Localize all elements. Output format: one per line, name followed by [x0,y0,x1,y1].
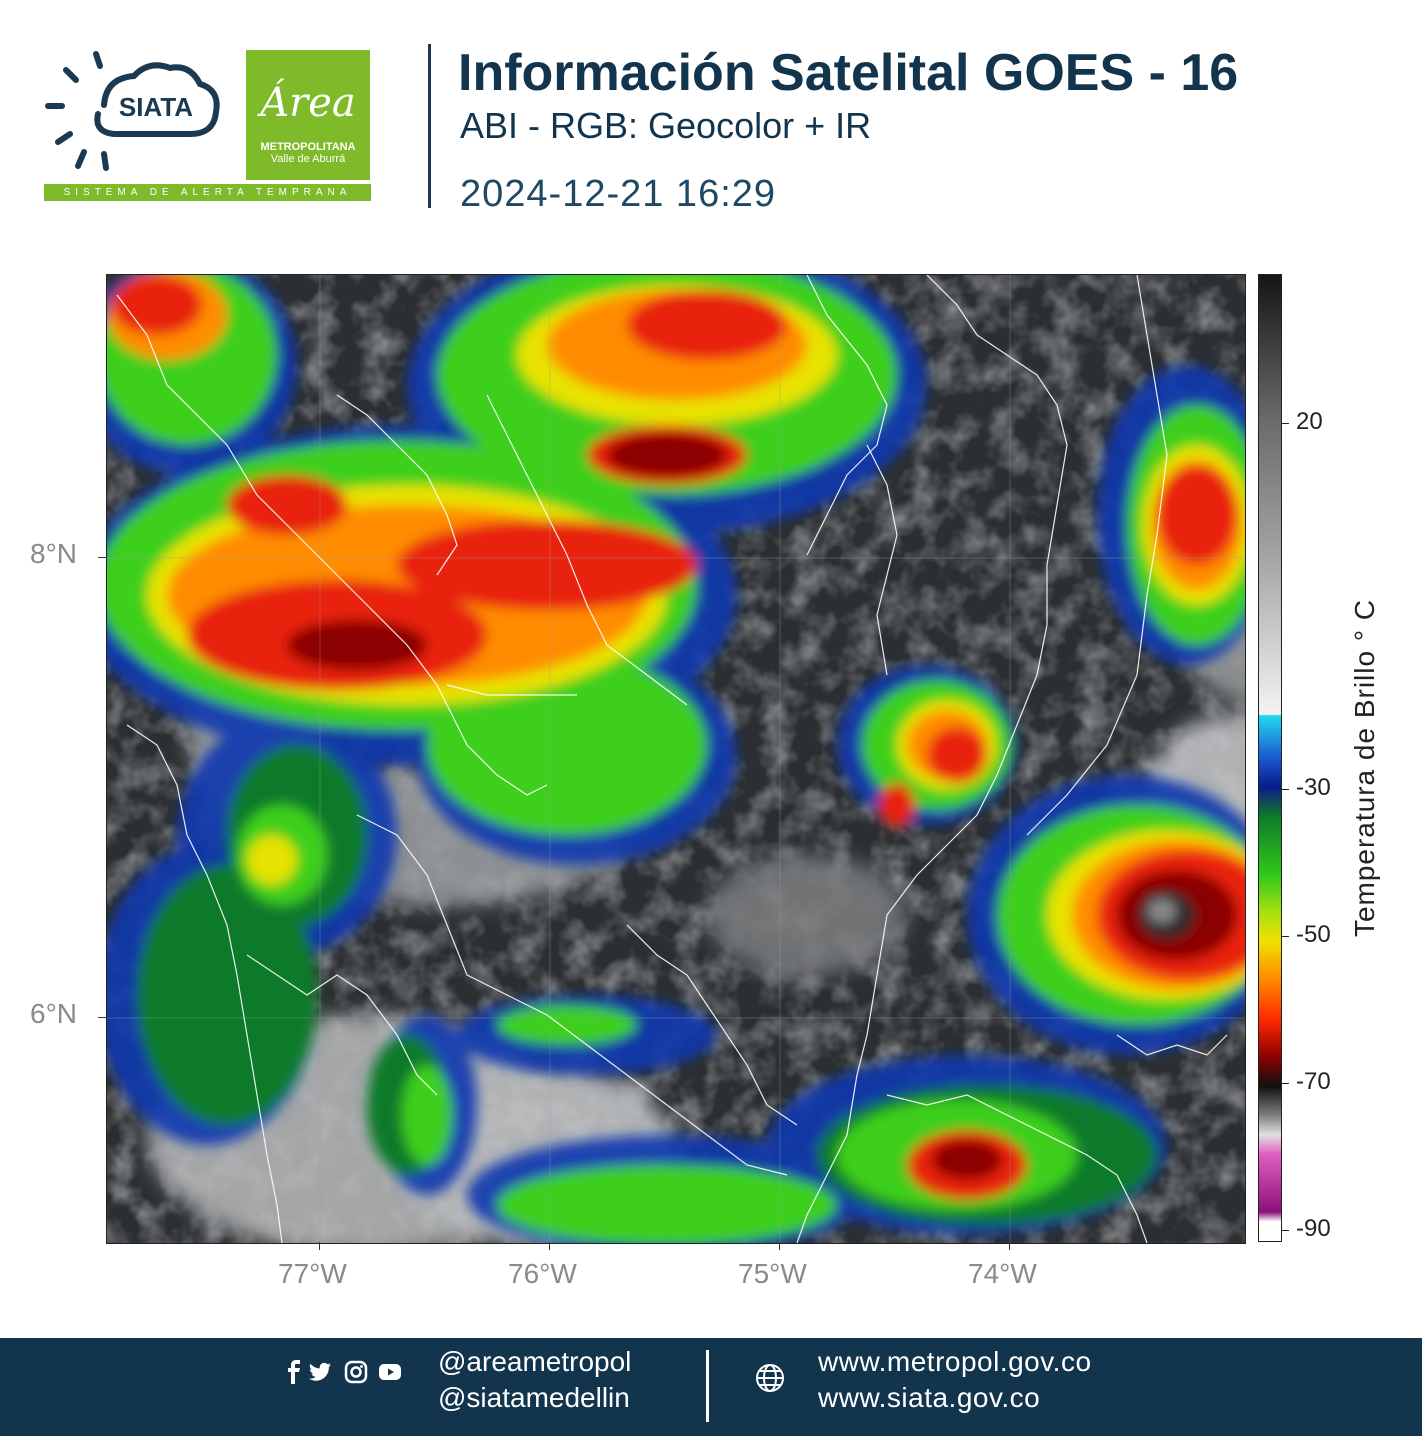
colorbar-tick-neg90 [1281,1230,1289,1231]
lon-tick-77w [319,1242,320,1250]
siata-logo: SIATA [45,51,220,171]
area-metropolitana-logo: Área METROPOLITANA Valle de Aburrá [246,50,370,180]
lon-tick-76w [549,1242,550,1250]
lon-label-76w: 76°W [508,1258,577,1289]
footer-divider [706,1350,709,1422]
footer-bar [0,1338,1422,1436]
area-logo-line1: METROPOLITANA [260,141,356,153]
twitter-icon[interactable] [308,1360,332,1384]
colorbar-label-neg50: -50 [1296,921,1331,948]
lon-label-75w: 75°W [738,1258,807,1289]
instagram-icon[interactable] [344,1360,368,1384]
colorbar-tick-neg30 [1281,789,1289,790]
colorbar-tick-neg50 [1281,936,1289,937]
page-title: Información Satelital GOES - 16 [458,44,1239,102]
lon-tick-75w [779,1242,780,1250]
satellite-imagery [107,275,1245,1243]
colorbar-title: Temperatura de Brillo ° C [1349,598,1380,938]
alert-system-strip: SISTEMA DE ALERTA TEMPRANA [44,184,371,201]
area-logo-line2: Valle de Aburrá [270,153,346,165]
colorbar-tick-neg70 [1281,1083,1289,1084]
satellite-map[interactable] [106,274,1246,1244]
temperature-colorbar [1258,274,1282,1242]
colorbar-label-neg30: -30 [1296,774,1331,801]
handle-areametropol[interactable]: @areametropol [438,1346,631,1378]
lat-tick-8n [98,557,106,558]
area-logo-word: Área [260,80,356,126]
colorbar-label-neg70: -70 [1296,1068,1331,1095]
lat-label-6n: 6°N [30,998,77,1029]
lat-tick-6n [98,1017,106,1018]
colorbar-label-neg90: -90 [1296,1215,1331,1242]
handle-siatamedellin[interactable]: @siatamedellin [438,1382,630,1414]
website-siata[interactable]: www.siata.gov.co [818,1382,1040,1414]
lon-tick-74w [1009,1242,1010,1250]
globe-icon [756,1364,784,1392]
colorbar-tick-20 [1281,423,1289,424]
lon-label-74w: 74°W [968,1258,1037,1289]
lon-label-77w: 77°W [278,1258,347,1289]
youtube-icon[interactable] [378,1360,402,1384]
header-divider [428,44,431,208]
website-metropol[interactable]: www.metropol.gov.co [818,1346,1092,1378]
lat-label-8n: 8°N [30,538,77,569]
siata-logo-text: SIATA [119,92,193,122]
page-subtitle: ABI - RGB: Geocolor + IR [460,105,872,146]
image-timestamp: 2024-12-21 16:29 [460,173,777,215]
facebook-icon[interactable] [282,1360,306,1384]
colorbar-label-20: 20 [1296,408,1323,435]
